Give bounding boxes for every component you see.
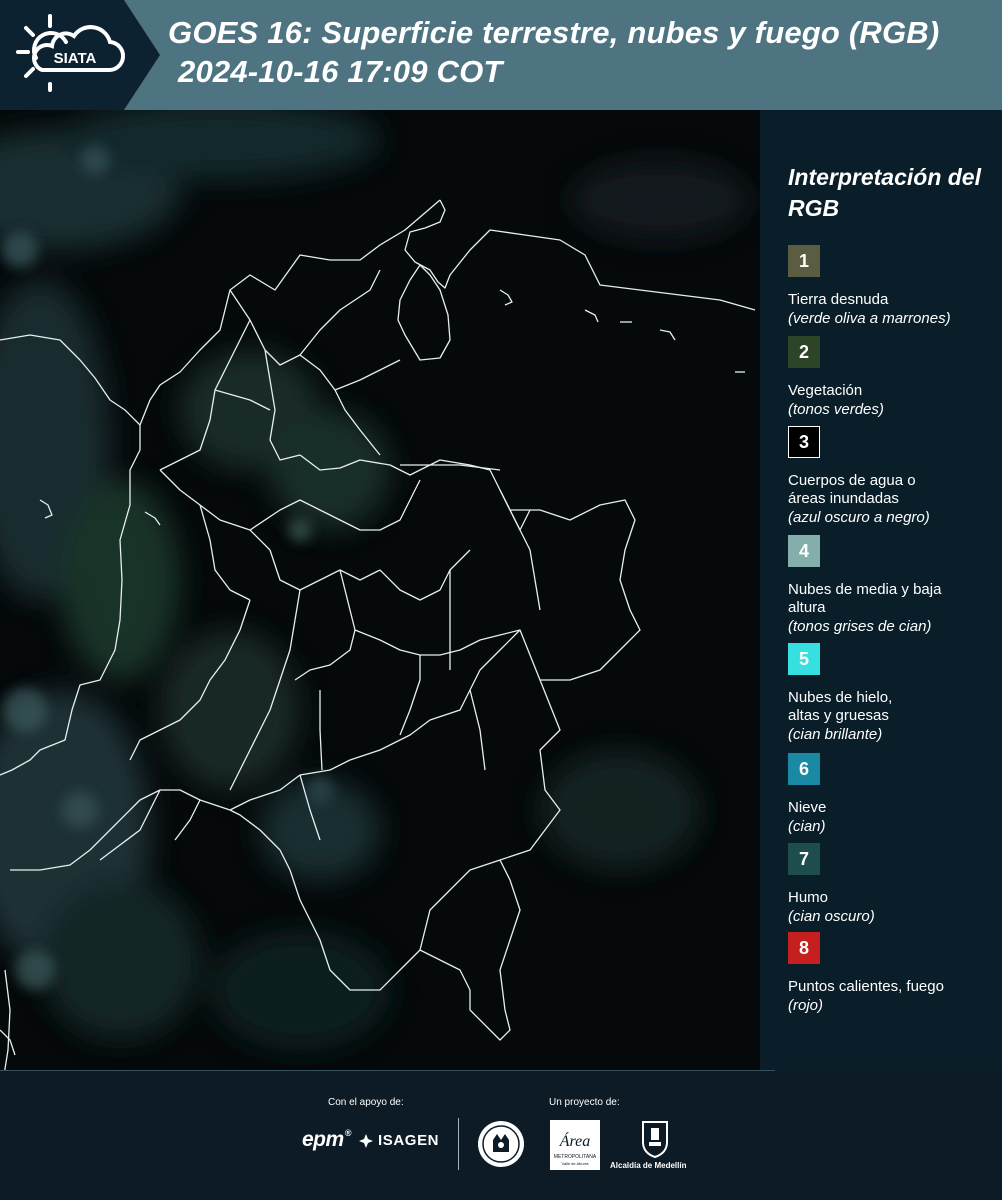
satellite-image	[0, 110, 760, 1070]
legend-swatch: 5	[788, 643, 820, 675]
legend-label: Cuerpos de agua o áreas inundadas	[788, 472, 916, 507]
university-seal-logo	[478, 1121, 524, 1167]
epm-logo: epm®	[302, 1128, 351, 1151]
alcaldia-logo-text: Alcaldía de Medellín	[610, 1161, 687, 1170]
area-metropolitana-logo: Área METROPOLITANA Valle de Aburrá	[550, 1120, 600, 1170]
legend-item: 3 Cuerpos de agua o áreas inundadas (azu…	[788, 426, 998, 527]
legend-label: Nieve	[788, 799, 827, 816]
map-title: GOES 16: Superficie terrestre, nubes y f…	[168, 15, 940, 50]
satellite-map[interactable]	[0, 110, 760, 1070]
legend-label: Tierra desnuda	[788, 291, 889, 308]
legend-swatch: 3	[788, 426, 820, 458]
legend-sublabel: (verde oliva a marrones)	[788, 310, 951, 327]
legend-sublabel: (cian)	[788, 818, 826, 835]
legend-label: Nubes de hielo, altas y gruesas	[788, 689, 893, 724]
legend-sublabel: (tonos grises de cian)	[788, 618, 932, 635]
legend-sublabel: (tonos verdes)	[788, 401, 884, 418]
siata-logo-text: SIATA	[54, 50, 97, 67]
legend-panel: Interpretación del RGB 1 Tierra desnuda …	[760, 110, 1002, 1070]
alcaldia-shield-icon	[642, 1121, 668, 1158]
legend-sublabel: (rojo)	[788, 997, 824, 1014]
legend-label: Humo	[788, 889, 829, 906]
legend-item: 5 Nubes de hielo, altas y gruesas (cian …	[788, 643, 998, 744]
legend-item: 4 Nubes de media y baja altura (tonos gr…	[788, 535, 998, 636]
legend-label: Puntos calientes, fuego	[788, 978, 944, 995]
legend-item: 8 Puntos calientes, fuego (rojo)	[788, 932, 998, 1015]
legend-item: 2 Vegetación (tonos verdes)	[788, 336, 998, 419]
legend-swatch: 1	[788, 245, 820, 277]
legend-swatch: 6	[788, 753, 820, 785]
legend-label: Nubes de media y baja altura	[788, 581, 942, 616]
legend-title: Interpretación del RGB	[788, 164, 981, 221]
isagen-mark-icon	[359, 1133, 373, 1148]
legend-item: 7 Humo (cian oscuro)	[788, 843, 998, 926]
legend-sublabel: (azul oscuro a negro)	[788, 509, 930, 526]
area-logo-subtext: METROPOLITANA	[554, 1154, 597, 1160]
legend-swatch: 8	[788, 932, 820, 964]
map-timestamp: 2024-10-16 17:09 COT	[178, 54, 503, 89]
footer: Con el apoyo de: Un proyecto de: epm® IS…	[0, 1070, 1002, 1200]
legend-swatch: 4	[788, 535, 820, 567]
isagen-logo-text: ISAGEN	[378, 1132, 440, 1149]
legend-sublabel: (cian oscuro)	[788, 908, 875, 925]
footer-divider-line	[0, 1070, 775, 1071]
footer-divider	[458, 1118, 459, 1170]
header-bar: SIATA GOES 16: Superficie terrestre, nub…	[0, 0, 1002, 110]
legend-swatch: 7	[788, 843, 820, 875]
area-logo-subtext2: Valle de Aburrá	[561, 1161, 589, 1166]
legend-label: Vegetación	[788, 382, 863, 399]
legend-swatch: 2	[788, 336, 820, 368]
legend-sublabel: (cian brillante)	[788, 726, 883, 743]
epm-logo-text: epm	[302, 1128, 344, 1151]
siata-logo: SIATA	[16, 14, 126, 92]
project-label: Un proyecto de:	[549, 1097, 620, 1108]
support-label: Con el apoyo de:	[328, 1097, 404, 1108]
legend-item: 6 Nieve (cian)	[788, 753, 998, 836]
area-logo-text: Área	[559, 1131, 591, 1150]
legend-item: 1 Tierra desnuda (verde oliva a marrones…	[788, 245, 998, 328]
isagen-logo: ISAGEN	[358, 1132, 439, 1149]
